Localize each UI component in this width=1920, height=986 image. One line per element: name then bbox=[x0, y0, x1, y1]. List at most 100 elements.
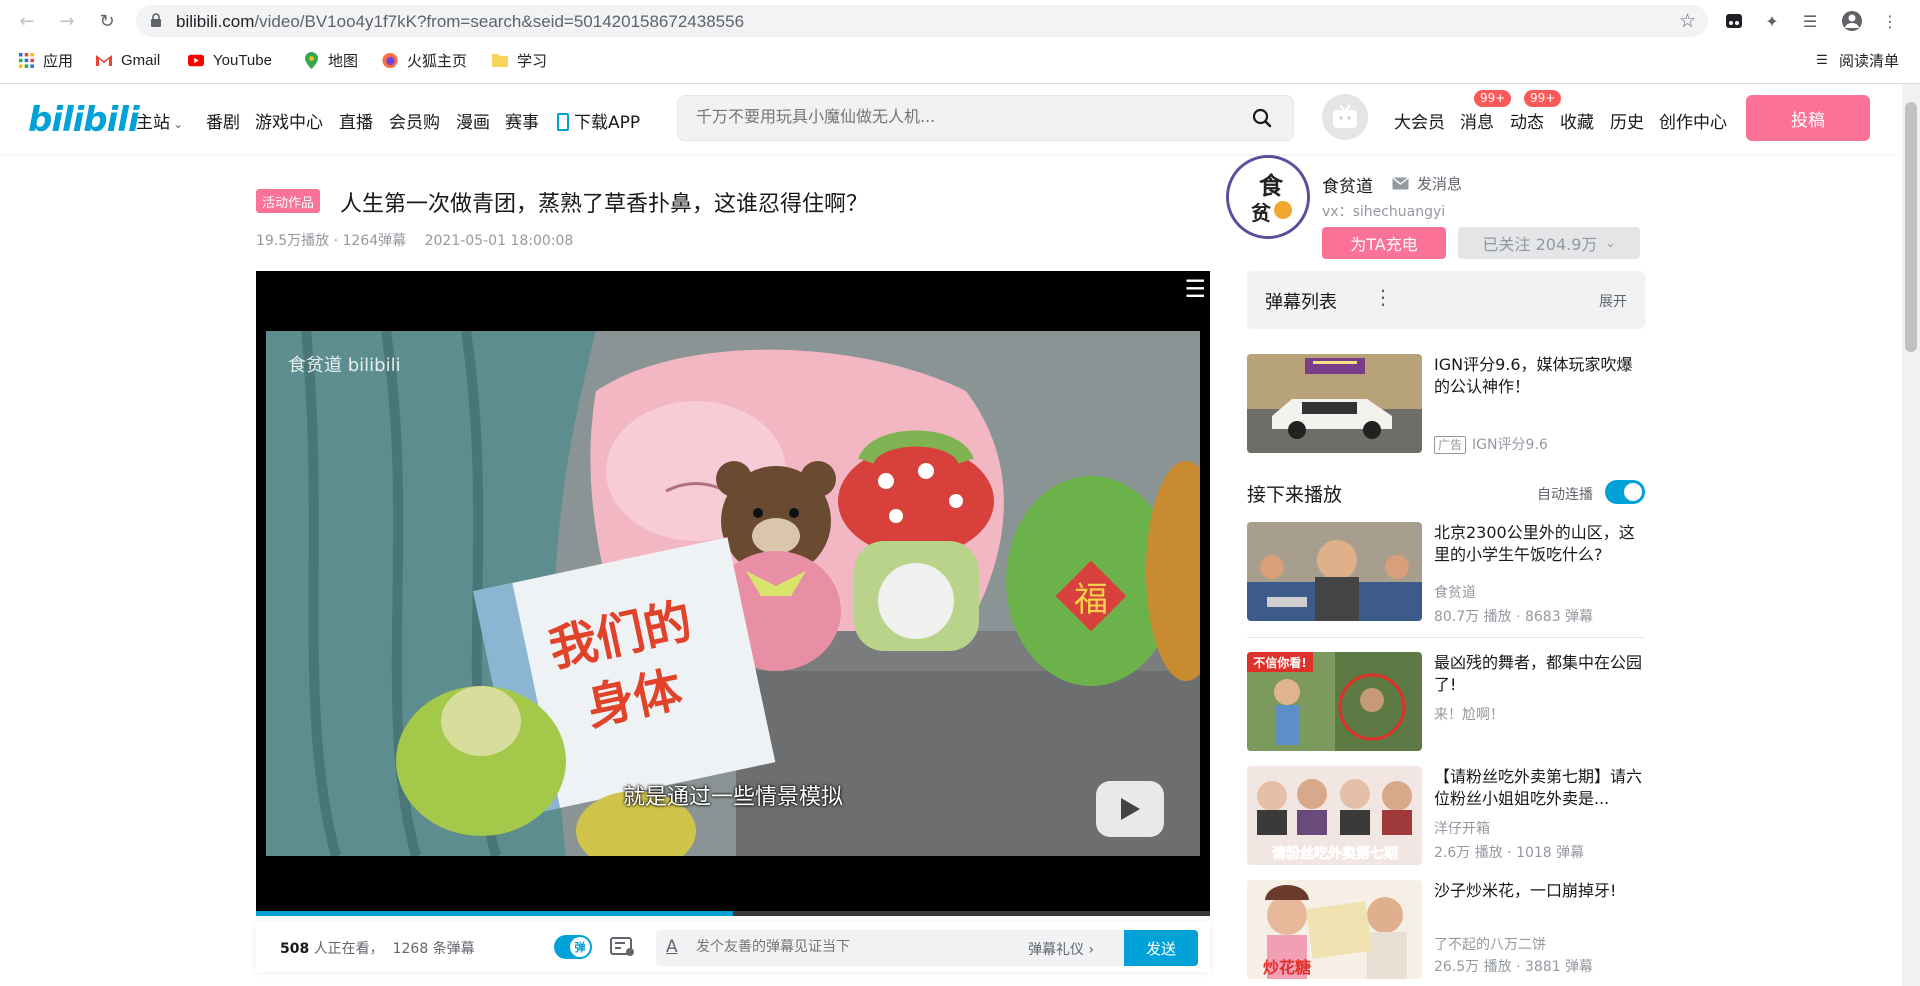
progress-bar[interactable] bbox=[256, 911, 1210, 916]
bookmark-gmail[interactable]: Gmail bbox=[96, 49, 160, 71]
browser-menu-icon[interactable]: ⋮ bbox=[1878, 9, 1902, 33]
bookmark-label: 火狐主页 bbox=[407, 52, 468, 70]
nav-dynamic[interactable]: 动态 99+ bbox=[1510, 90, 1562, 133]
media-control-icon[interactable]: ☰ bbox=[1798, 9, 1822, 33]
player-menu-icon[interactable]: ☰ bbox=[1184, 275, 1206, 303]
recommendation-author[interactable]: 来！尬啊！ bbox=[1434, 704, 1504, 724]
recommendation-title[interactable]: 最凶残的舞者，都集中在公园了! bbox=[1434, 652, 1644, 696]
reload-icon[interactable]: ↻ bbox=[94, 8, 120, 34]
forward-icon[interactable]: → bbox=[54, 8, 80, 34]
follow-button[interactable]: 已关注 204.9万 ⌄ bbox=[1458, 227, 1640, 259]
bookmark-youtube[interactable]: YouTube bbox=[188, 49, 272, 71]
nav-download-app[interactable]: 下载APP bbox=[557, 108, 640, 133]
recommendation-author[interactable]: 了不起的八万二饼 bbox=[1434, 934, 1546, 954]
nav-vip[interactable]: 大会员 bbox=[1394, 108, 1445, 133]
charge-button[interactable]: 为TA充电 bbox=[1322, 227, 1446, 259]
nav-main[interactable]: 主站 ⌄ bbox=[136, 108, 183, 133]
ad-title[interactable]: IGN评分9.6，媒体玩家吹爆的公认神作！ bbox=[1434, 354, 1644, 398]
nav-creator-center[interactable]: 创作中心 bbox=[1659, 108, 1727, 133]
danmaku-list-expand[interactable]: 展开 bbox=[1599, 291, 1627, 311]
recommendation-card[interactable]: 北京2300公里外的山区，这里的小学生午饭吃什么? 食贫道 80.7万 播放 ·… bbox=[1247, 522, 1645, 625]
recommendation-thumbnail[interactable] bbox=[1247, 522, 1422, 621]
recommendation-author[interactable]: 食贫道 bbox=[1434, 582, 1476, 602]
uploader-description: vx：sihechuangyi bbox=[1322, 204, 1446, 220]
recommendation-thumbnail[interactable]: 请粉丝吃外卖第七期 bbox=[1247, 766, 1422, 865]
bookmark-apps[interactable]: 应用 bbox=[18, 49, 73, 71]
nav-bangumi[interactable]: 番剧 bbox=[206, 108, 240, 133]
url-text[interactable]: bilibili.com/video/BV1oo4y1f7kK?from=sea… bbox=[176, 12, 744, 32]
video-title: 人生第一次做青团，蒸熟了草香扑鼻，这谁忍得住啊？ bbox=[340, 192, 869, 217]
uploader-avatar[interactable]: 食贫 bbox=[1226, 155, 1310, 239]
nav-game-center[interactable]: 游戏中心 bbox=[255, 108, 323, 133]
bookmark-label: 学习 bbox=[517, 52, 548, 70]
danmaku-settings-icon[interactable] bbox=[610, 936, 636, 958]
nav-mall[interactable]: 会员购 bbox=[389, 108, 440, 133]
site-header: bilibili 主站 ⌄ 番剧 游戏中心 直播 会员购 漫画 赛事 下载APP … bbox=[0, 84, 1898, 154]
bookmark-star-icon[interactable]: ☆ bbox=[1679, 10, 1696, 32]
recommendation-card[interactable]: 请粉丝吃外卖第七期 【请粉丝吃外卖第七期】请六位粉丝小姐姐吃外卖是... 洋仔开… bbox=[1247, 766, 1645, 866]
nav-messages[interactable]: 消息 99+ bbox=[1460, 90, 1512, 133]
chevron-down-icon: ⌄ bbox=[1605, 236, 1616, 250]
recommendation-author[interactable]: 洋仔开箱 bbox=[1434, 818, 1490, 838]
reading-list[interactable]: ☰ 阅读清单 bbox=[1814, 49, 1899, 71]
address-bar[interactable]: bilibili.com/video/BV1oo4y1f7kK?from=sea… bbox=[136, 5, 1708, 37]
phone-icon bbox=[557, 113, 569, 131]
nav-history[interactable]: 历史 bbox=[1610, 108, 1644, 133]
video-subtitle: 就是通过一些情景模拟 bbox=[622, 785, 843, 810]
apps-grid-icon bbox=[18, 52, 34, 68]
search-input[interactable] bbox=[696, 107, 1196, 126]
search-button[interactable] bbox=[1237, 100, 1287, 136]
nav-favorites[interactable]: 收藏 bbox=[1560, 108, 1594, 133]
recommendation-card[interactable]: 不信你看! 最凶残的舞者，都集中在公园了! 来！尬啊！ bbox=[1247, 652, 1645, 752]
tv-avatar-icon bbox=[1333, 104, 1357, 128]
nav-live[interactable]: 直播 bbox=[339, 108, 373, 133]
bookmark-firefox[interactable]: 火狐主页 bbox=[382, 49, 467, 71]
activity-tag[interactable]: 活动作品 bbox=[256, 189, 321, 213]
ad-thumbnail[interactable] bbox=[1247, 354, 1422, 453]
bilibili-logo[interactable]: bilibili bbox=[28, 100, 140, 140]
user-avatar[interactable] bbox=[1322, 94, 1368, 140]
danmaku-etiquette-link[interactable]: 弹幕礼仪 › bbox=[1028, 939, 1094, 959]
video-frame[interactable]: 福 我们的 身体 食贫道 bilibili 就是通过一些情景模拟 bbox=[266, 331, 1200, 856]
uploader-name[interactable]: 食贫道 bbox=[1322, 172, 1373, 197]
folder-icon bbox=[492, 52, 508, 68]
publish-date: 2021-05-01 18:00:08 bbox=[424, 233, 574, 249]
danmaku-list-header[interactable]: 弹幕列表 ⋮ 展开 bbox=[1247, 271, 1645, 329]
danmaku-toggle[interactable]: 弹 bbox=[554, 935, 592, 959]
nav-manga[interactable]: 漫画 bbox=[456, 108, 490, 133]
recommendation-thumbnail[interactable]: 炒花糖 bbox=[1247, 880, 1422, 979]
extensions-puzzle-icon[interactable]: ✦ bbox=[1760, 9, 1784, 33]
bookmark-label: 应用 bbox=[43, 52, 74, 70]
profile-avatar-icon[interactable] bbox=[1840, 9, 1864, 33]
upload-button[interactable]: 投稿 bbox=[1746, 95, 1870, 141]
recommendation-thumbnail[interactable]: 不信你看! bbox=[1247, 652, 1422, 751]
nav-esports[interactable]: 赛事 bbox=[505, 108, 539, 133]
recommendation-title[interactable]: 沙子炒米花，一口崩掉牙! bbox=[1434, 880, 1644, 902]
lock-icon bbox=[151, 13, 161, 27]
recommendation-card[interactable]: 炒花糖 沙子炒米花，一口崩掉牙! 了不起的八万二饼 26.5万 播放 · 388… bbox=[1247, 880, 1645, 980]
next-up-title: 接下来播放 bbox=[1247, 484, 1343, 506]
thumb-label: 请粉丝吃外卖第七期 bbox=[1272, 845, 1398, 862]
scrollbar-thumb[interactable] bbox=[1905, 102, 1917, 352]
play-icon[interactable] bbox=[1096, 781, 1164, 837]
video-player[interactable]: ☰ 福 我们的 身体 食贫道 bilibili 就是通过一些情景模拟 bbox=[256, 271, 1210, 916]
bookmark-label: 地图 bbox=[328, 52, 359, 70]
danmaku-style-icon[interactable]: A bbox=[666, 937, 678, 957]
send-danmaku-button[interactable]: 发送 bbox=[1124, 930, 1198, 966]
page-scrollbar[interactable] bbox=[1902, 84, 1920, 986]
bookmark-folder-study[interactable]: 学习 bbox=[492, 49, 547, 71]
ad-card[interactable]: IGN评分9.6，媒体玩家吹爆的公认神作！ 广告 IGN评分9.6 bbox=[1247, 354, 1645, 454]
next-up-header: 接下来播放 自动连播 bbox=[1247, 478, 1645, 508]
more-vertical-icon[interactable]: ⋮ bbox=[1373, 285, 1393, 309]
send-message-link[interactable]: 发消息 bbox=[1392, 173, 1462, 194]
danmaku-input-wrap: A 弹幕礼仪 › 发送 bbox=[656, 930, 1198, 966]
autoplay-toggle[interactable] bbox=[1605, 480, 1645, 504]
tampermonkey-extension-icon[interactable] bbox=[1722, 9, 1746, 33]
youtube-icon bbox=[188, 52, 204, 68]
back-icon[interactable]: ← bbox=[14, 8, 40, 34]
danmaku-input[interactable] bbox=[696, 939, 996, 955]
recommendation-title[interactable]: 【请粉丝吃外卖第七期】请六位粉丝小姐姐吃外卖是... bbox=[1434, 766, 1644, 810]
bookmark-maps[interactable]: 地图 bbox=[303, 49, 358, 71]
recommendation-title[interactable]: 北京2300公里外的山区，这里的小学生午饭吃什么? bbox=[1434, 522, 1644, 566]
thumb-label: 炒花糖 bbox=[1263, 958, 1311, 977]
